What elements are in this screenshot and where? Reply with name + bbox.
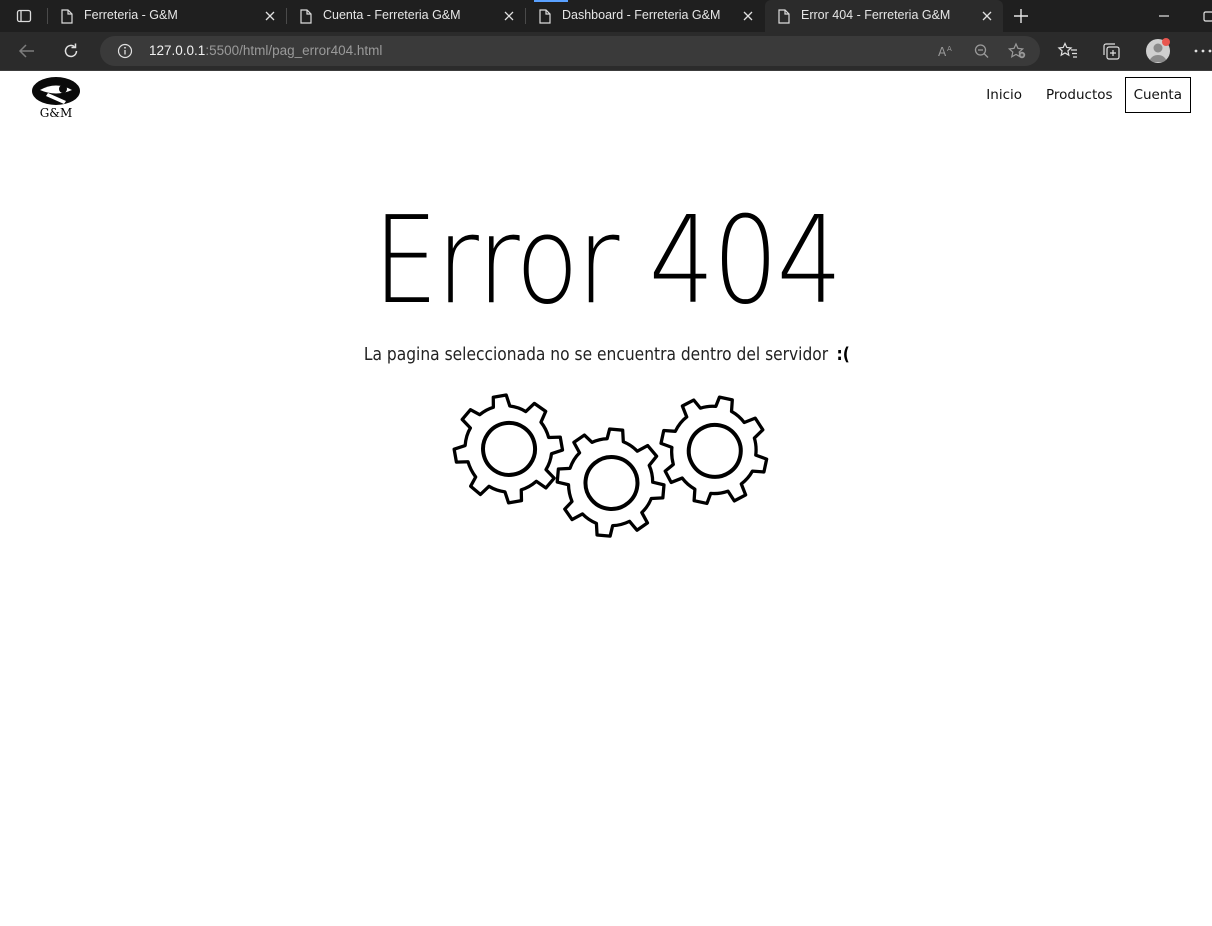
- url-host: 127.0.0.1: [149, 43, 206, 58]
- collections-icon[interactable]: [1101, 41, 1123, 61]
- tab-title: Error 404 - Ferreteria G&M: [801, 8, 951, 22]
- address-bar[interactable]: 127.0.0.1:5500/html/pag_error404.html AA: [100, 36, 1040, 66]
- tab-ferreteria[interactable]: Ferreteria - G&M: [48, 0, 286, 32]
- tab-loading-indicator: [534, 0, 568, 2]
- nav-link-productos[interactable]: Productos: [1046, 87, 1113, 103]
- close-icon[interactable]: [501, 8, 517, 24]
- reload-icon[interactable]: [60, 41, 82, 61]
- site-logo[interactable]: G&M: [30, 75, 82, 120]
- add-favorite-icon[interactable]: [1007, 42, 1027, 60]
- zoom-out-icon[interactable]: [972, 42, 992, 60]
- svg-text:A: A: [938, 45, 947, 59]
- more-icon[interactable]: [1192, 41, 1212, 61]
- error-message: La pagina seleccionada no se encuentra d…: [363, 344, 829, 365]
- browser-tab-strip: Ferreteria - G&M Cuenta - Ferreteria G&M…: [0, 0, 1212, 32]
- logo-text: G&M: [40, 106, 73, 119]
- site-nav: Inicio Productos Cuenta: [962, 77, 1191, 113]
- page-icon: [777, 9, 791, 27]
- browser-toolbar: 127.0.0.1:5500/html/pag_error404.html AA: [0, 32, 1212, 70]
- tab-title: Ferreteria - G&M: [84, 8, 178, 22]
- new-tab-icon[interactable]: [1010, 5, 1032, 27]
- url-text[interactable]: 127.0.0.1:5500/html/pag_error404.html: [149, 43, 382, 58]
- notification-dot: [1162, 38, 1170, 46]
- minimize-icon[interactable]: [1156, 8, 1172, 24]
- url-path: :5500/html/pag_error404.html: [205, 43, 383, 58]
- error-subtitle: La pagina seleccionada no se encuentra d…: [86, 344, 1128, 365]
- close-icon[interactable]: [740, 8, 756, 24]
- back-icon[interactable]: [16, 41, 38, 61]
- error-title: Error 404: [373, 192, 842, 331]
- tab-dashboard[interactable]: Dashboard - Ferreteria G&M: [526, 0, 764, 32]
- tab-title: Dashboard - Ferreteria G&M: [562, 8, 721, 22]
- gears-icon: [440, 381, 784, 545]
- info-icon[interactable]: [116, 43, 134, 59]
- page-icon: [299, 9, 313, 27]
- page-icon: [60, 9, 74, 27]
- page-icon: [538, 9, 552, 27]
- read-aloud-icon[interactable]: AA: [936, 42, 956, 60]
- web-page: G&M Inicio Productos Cuenta Error 404 La…: [0, 71, 1212, 926]
- close-icon[interactable]: [979, 8, 995, 24]
- tab-error-404[interactable]: Error 404 - Ferreteria G&M: [765, 0, 1003, 32]
- sad-face: :(: [836, 344, 850, 365]
- favorites-icon[interactable]: [1057, 41, 1079, 61]
- restore-icon[interactable]: [1202, 8, 1212, 24]
- tab-title: Cuenta - Ferreteria G&M: [323, 8, 461, 22]
- close-icon[interactable]: [262, 8, 278, 24]
- svg-text:A: A: [947, 45, 952, 53]
- tab-actions-icon[interactable]: [8, 4, 40, 28]
- tab-cuenta[interactable]: Cuenta - Ferreteria G&M: [287, 0, 525, 32]
- nav-link-cuenta[interactable]: Cuenta: [1124, 77, 1191, 113]
- nav-link-inicio[interactable]: Inicio: [986, 87, 1022, 103]
